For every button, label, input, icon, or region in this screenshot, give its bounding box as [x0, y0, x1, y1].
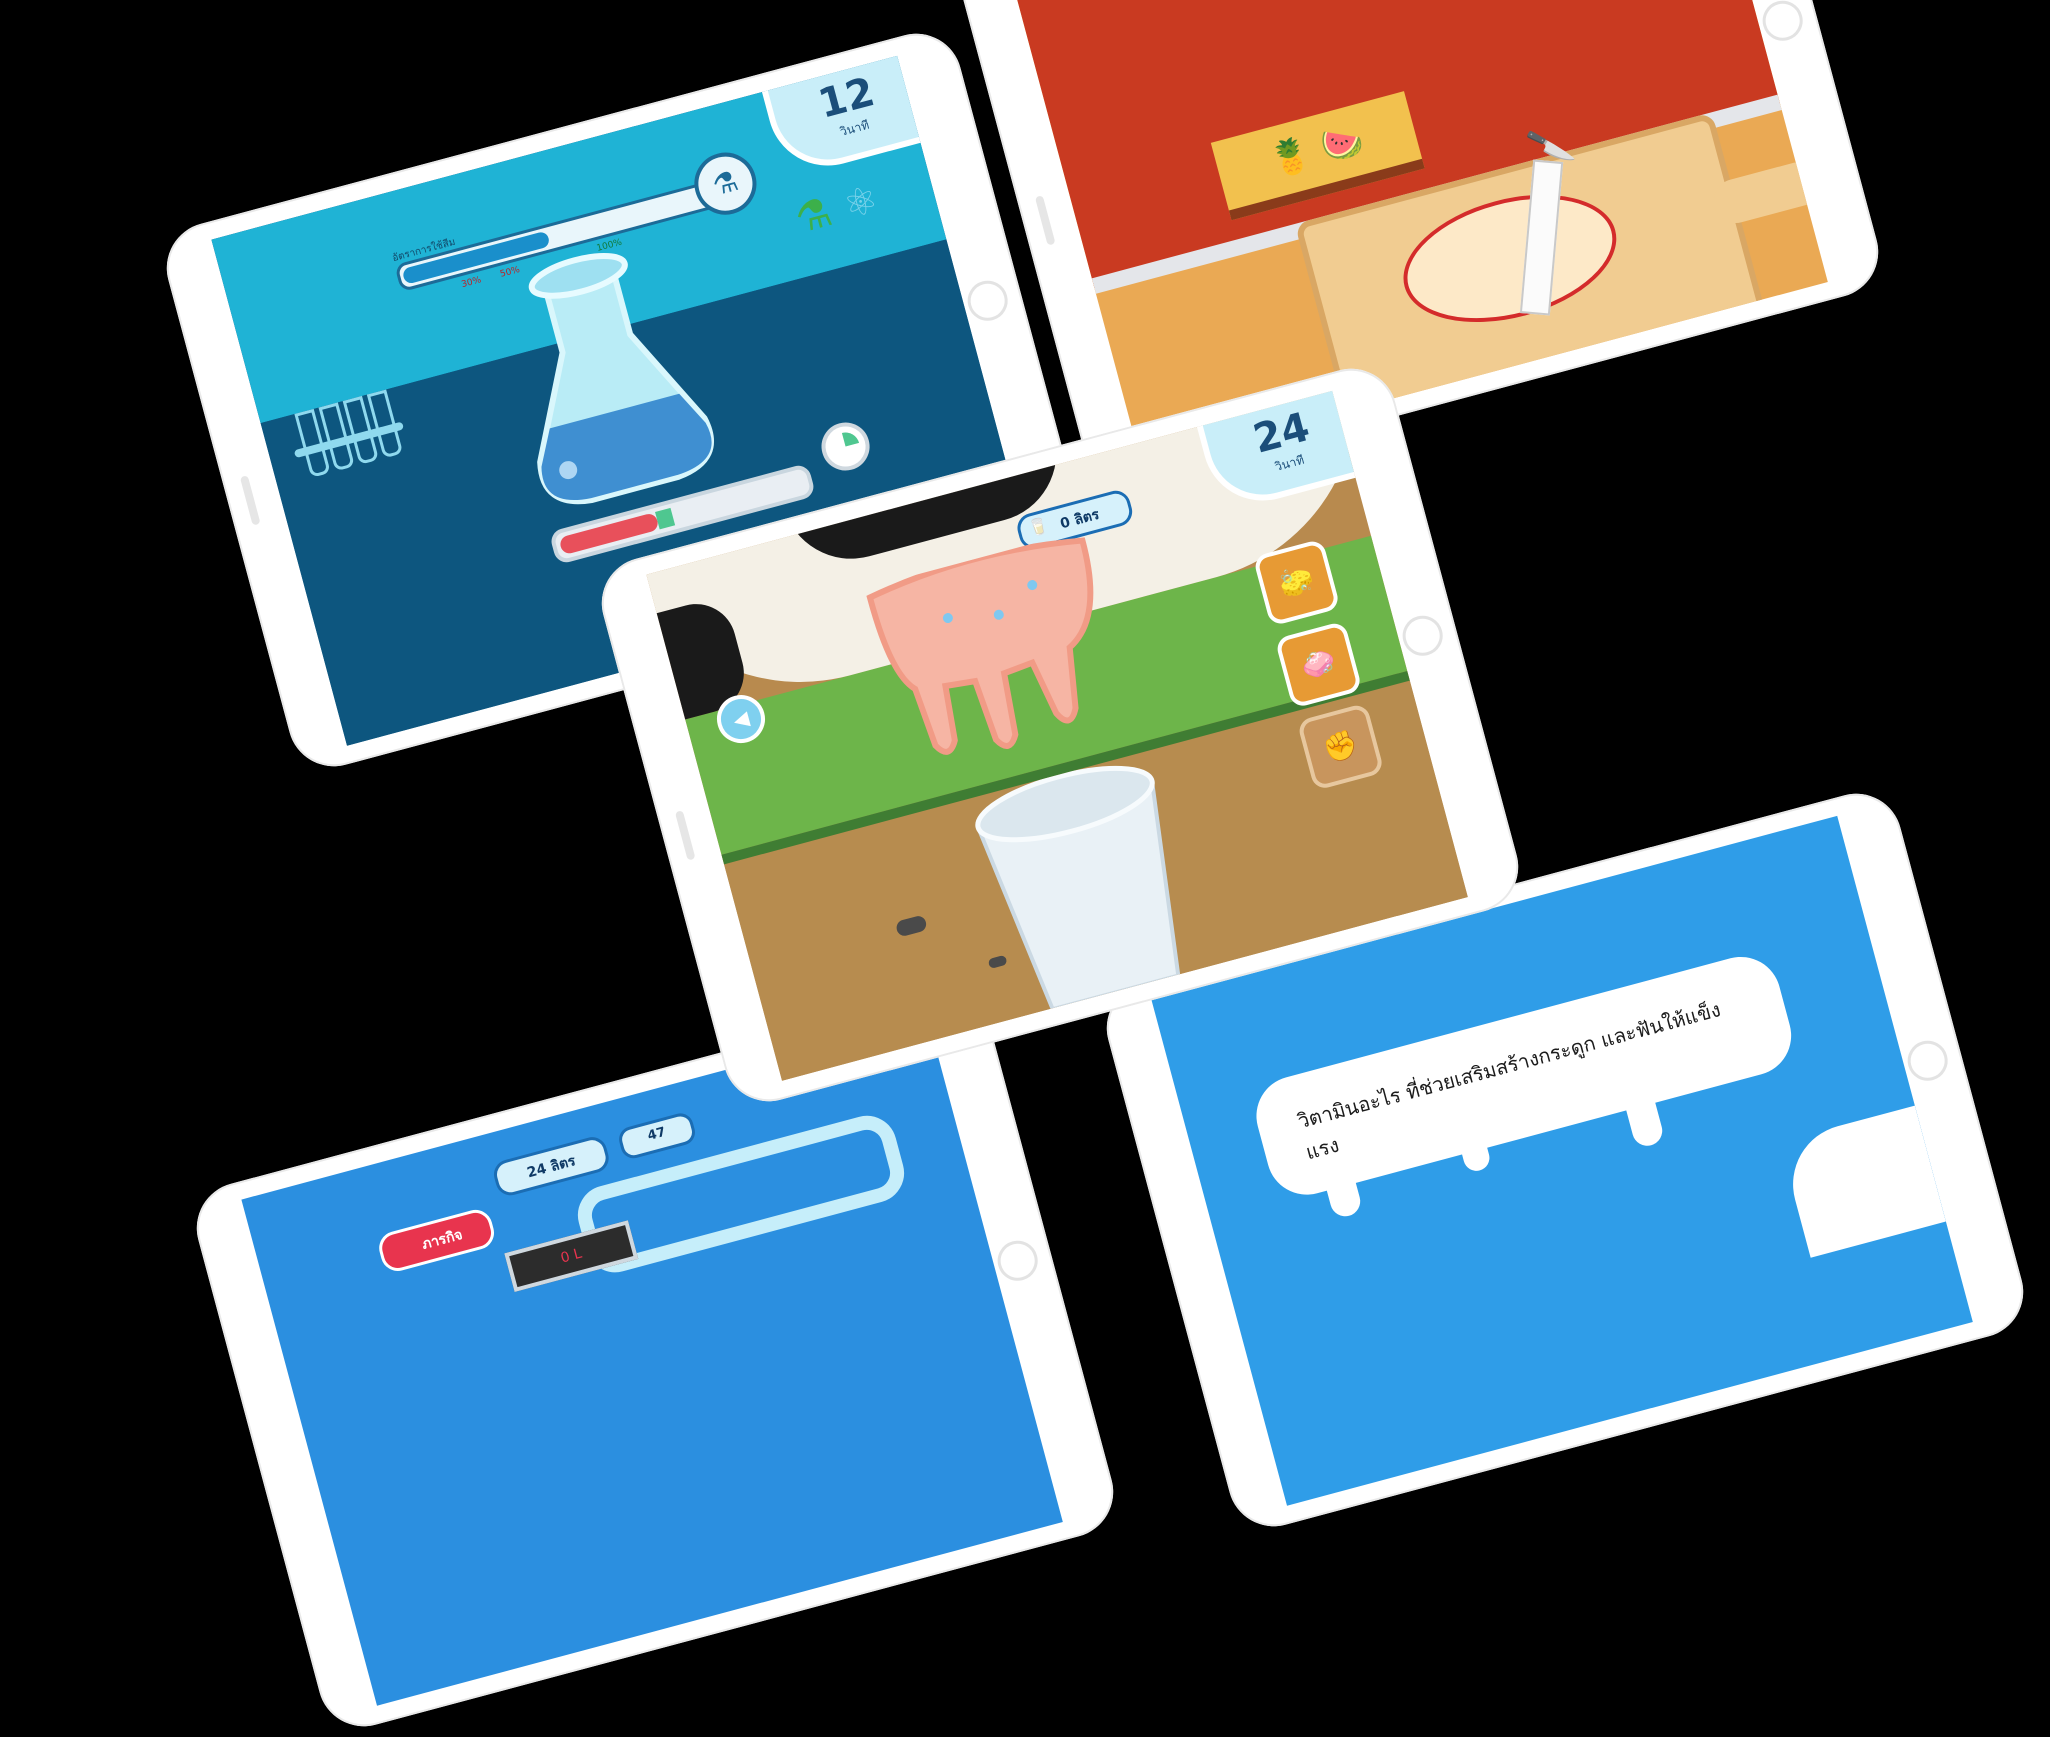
tablet-home-button[interactable] — [963, 276, 1013, 326]
tablet-home-button[interactable] — [993, 1236, 1043, 1286]
mission-label: ภารกิจ — [420, 1226, 465, 1254]
milk-splash — [1779, 1105, 1946, 1258]
question-cloud: วิตามินอะไร ที่ช่วยเสริมสร้างกระดูก และฟ… — [1247, 947, 1801, 1204]
tablet-home-button[interactable] — [1758, 0, 1808, 46]
tablet-kitchen-game: 🍍 🍉 🔪 — [951, 0, 1889, 497]
milk-bottle-icon: 🥛 — [1026, 515, 1051, 539]
milk-total: 24 ลิตร — [525, 1153, 578, 1182]
pour-bar-target — [655, 507, 676, 530]
display-value: 0 L — [558, 1245, 584, 1267]
tablet-home-button[interactable] — [1398, 611, 1448, 661]
counter-value: 47 — [646, 1124, 668, 1144]
factory-screen: 24 ลิตร 47 ภารกิจ 0 L — [241, 1015, 1063, 1706]
tablet-factory-game: 24 ลิตร 47 ภารกิจ 0 L — [186, 983, 1124, 1737]
mission-button[interactable]: ภารกิจ — [375, 1206, 498, 1275]
tablet-home-button[interactable] — [1903, 1036, 1953, 1086]
tablet-camera — [239, 475, 261, 526]
volume-display: 0 L — [504, 1220, 639, 1293]
tablet-camera — [674, 810, 696, 861]
kitchen-screen: 🍍 🍉 🔪 — [1006, 0, 1828, 466]
question-text: วิตามินอะไร ที่ช่วยเสริมสร้างกระดูก และฟ… — [1294, 997, 1724, 1165]
counter-badge: 47 — [616, 1110, 698, 1162]
tablet-camera — [1034, 195, 1056, 246]
